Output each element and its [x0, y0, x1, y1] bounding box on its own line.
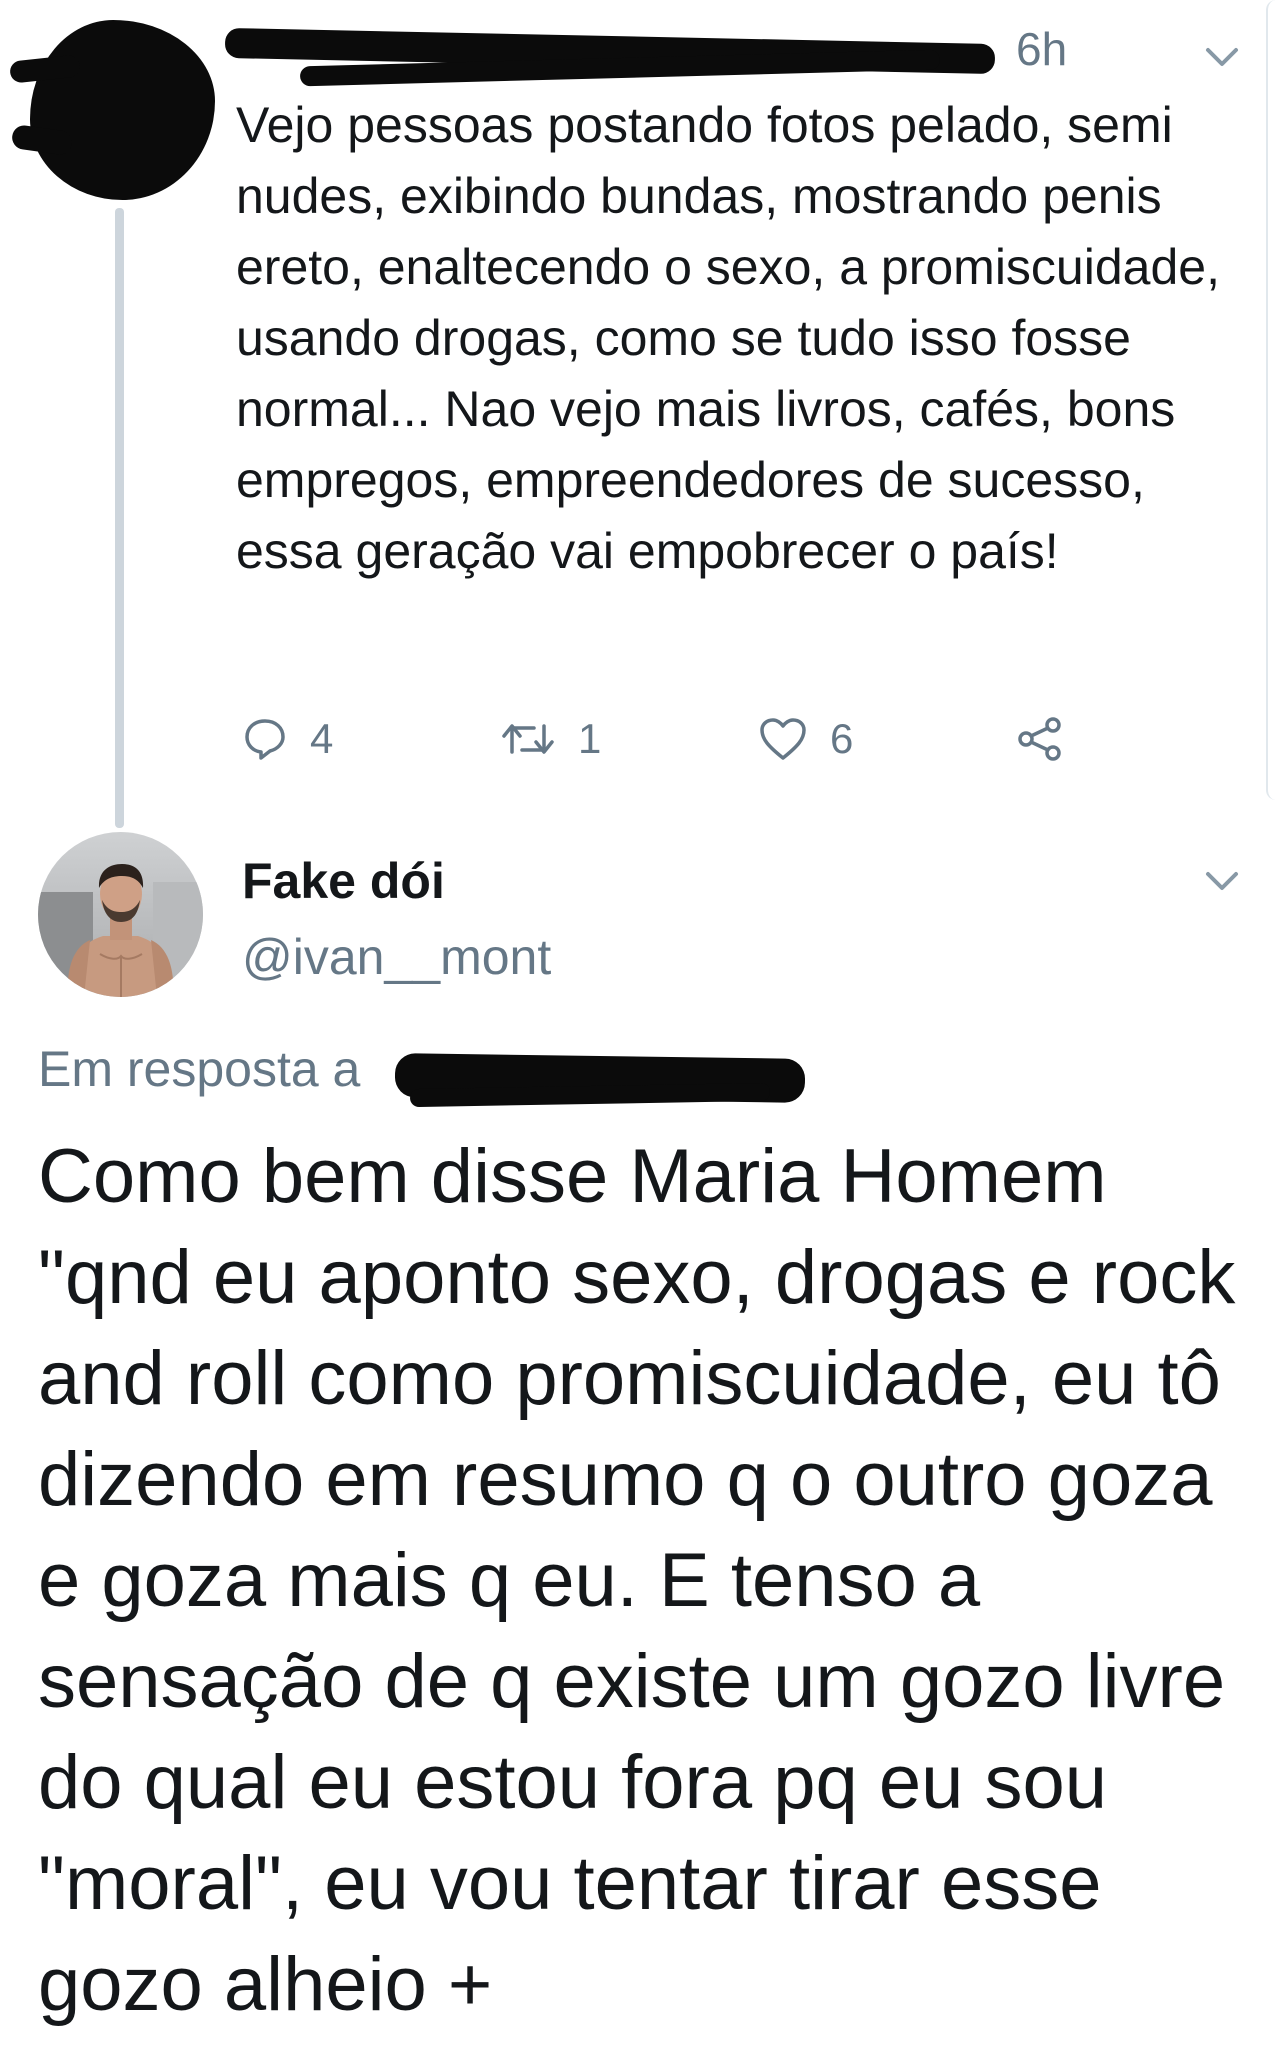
reply-icon [245, 719, 285, 760]
user-handle[interactable]: @ivan__mont [242, 928, 551, 986]
in-reply-to-label: Em resposta a [38, 1041, 361, 1097]
retweet-count: 1 [578, 715, 602, 762]
card-edge [1266, 0, 1275, 800]
display-name[interactable]: Fake dói [242, 852, 445, 910]
retweet-button[interactable]: 1 [500, 706, 601, 772]
profile-photo [38, 832, 203, 997]
thread-line [115, 208, 124, 828]
like-count: 6 [830, 715, 854, 762]
redacted-avatar [30, 20, 215, 200]
share-icon [1018, 717, 1061, 761]
tweet-text: Vejo pessoas postando fotos pelado, semi… [236, 97, 1220, 579]
share-button[interactable] [1016, 706, 1064, 772]
heart-icon [760, 718, 806, 760]
retweet-icon [502, 724, 554, 754]
tweet-actions: 4 1 6 [236, 706, 1136, 776]
tweet-timestamp[interactable]: 6h [1016, 22, 1067, 76]
parent-tweet[interactable]: 6h Vejo pessoas postando fotos pelado, s… [0, 0, 1275, 828]
chevron-down-icon[interactable] [1202, 866, 1242, 896]
avatar[interactable] [38, 832, 203, 997]
chevron-down-icon[interactable] [1202, 42, 1242, 72]
reply-button[interactable]: 4 [242, 706, 333, 772]
tweet-text: Como bem disse Maria Homem "qnd eu apont… [38, 1134, 1236, 2027]
reply-count: 4 [310, 715, 334, 762]
like-button[interactable]: 6 [758, 706, 853, 772]
